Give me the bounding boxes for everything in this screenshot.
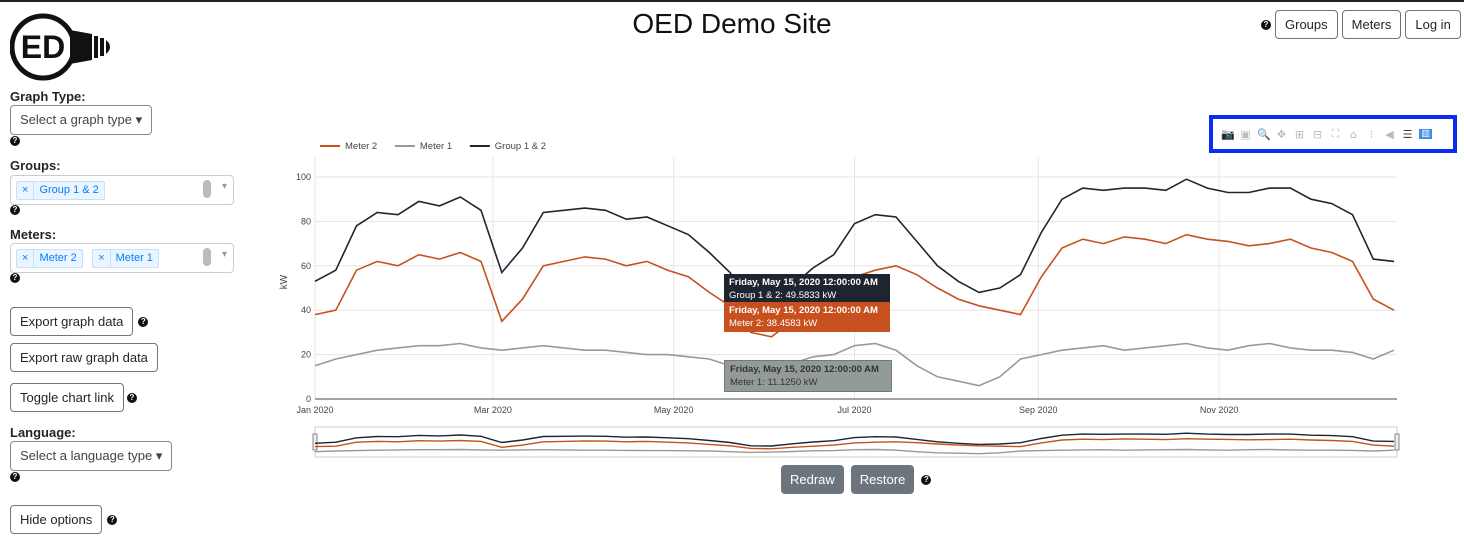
y-tick-label: 20 [301, 350, 311, 360]
tooltip-title: Friday, May 15, 2020 12:00:00 AM [729, 277, 878, 288]
y-tick-label: 60 [301, 261, 311, 271]
legend-label: Meter 1 [420, 141, 452, 152]
y-tick-label: 80 [301, 216, 311, 226]
legend-label: Group 1 & 2 [495, 141, 546, 152]
x-tick-label: May 2020 [654, 405, 694, 415]
x-tick-label: Jul 2020 [838, 405, 872, 415]
tooltip-group: Friday, May 15, 2020 12:00:00 AM Group 1 … [724, 274, 890, 304]
help-icon[interactable]: ? [10, 472, 20, 482]
help-icon[interactable]: ? [921, 474, 932, 485]
hide-options-button[interactable]: Hide options [10, 505, 103, 534]
help-icon[interactable]: ? [107, 514, 118, 525]
redraw-button[interactable]: Redraw [781, 465, 844, 494]
restore-button[interactable]: Restore [850, 465, 915, 494]
tooltip-title: Friday, May 15, 2020 12:00:00 AM [730, 364, 879, 375]
range-slider-handle-right [1394, 433, 1400, 451]
line-chart[interactable]: 0 20 40 60 80 100 Jan 2020 Mar 2020 May 2020 Jul … [0, 2, 1464, 472]
tooltip-value: Group 1 & 2: 49.5833 kW [729, 290, 837, 301]
x-tick-label: Nov 2020 [1200, 405, 1239, 415]
y-tick-label: 0 [306, 394, 311, 404]
x-tick-label: Mar 2020 [474, 405, 512, 415]
range-slider-handle-left [312, 433, 318, 451]
tooltip-value: Meter 1: 11.1250 kW [730, 377, 818, 388]
tooltip-meter-1: Friday, May 15, 2020 12:00:00 AM Meter 1:… [724, 360, 892, 392]
tooltip-title: Friday, May 15, 2020 12:00:00 AM [729, 305, 878, 316]
y-axis-label: kW [279, 274, 290, 289]
y-tick-label: 40 [301, 305, 311, 315]
x-tick-label: Jan 2020 [296, 405, 333, 415]
x-tick-label: Sep 2020 [1019, 405, 1058, 415]
tooltip-meter-2: Friday, May 15, 2020 12:00:00 AM Meter 2:… [724, 302, 890, 332]
y-tick-label: 100 [296, 172, 311, 182]
tooltip-value: Meter 2: 38.4583 kW [729, 318, 818, 329]
range-slider [314, 426, 1398, 458]
legend-label: Meter 2 [345, 141, 377, 152]
